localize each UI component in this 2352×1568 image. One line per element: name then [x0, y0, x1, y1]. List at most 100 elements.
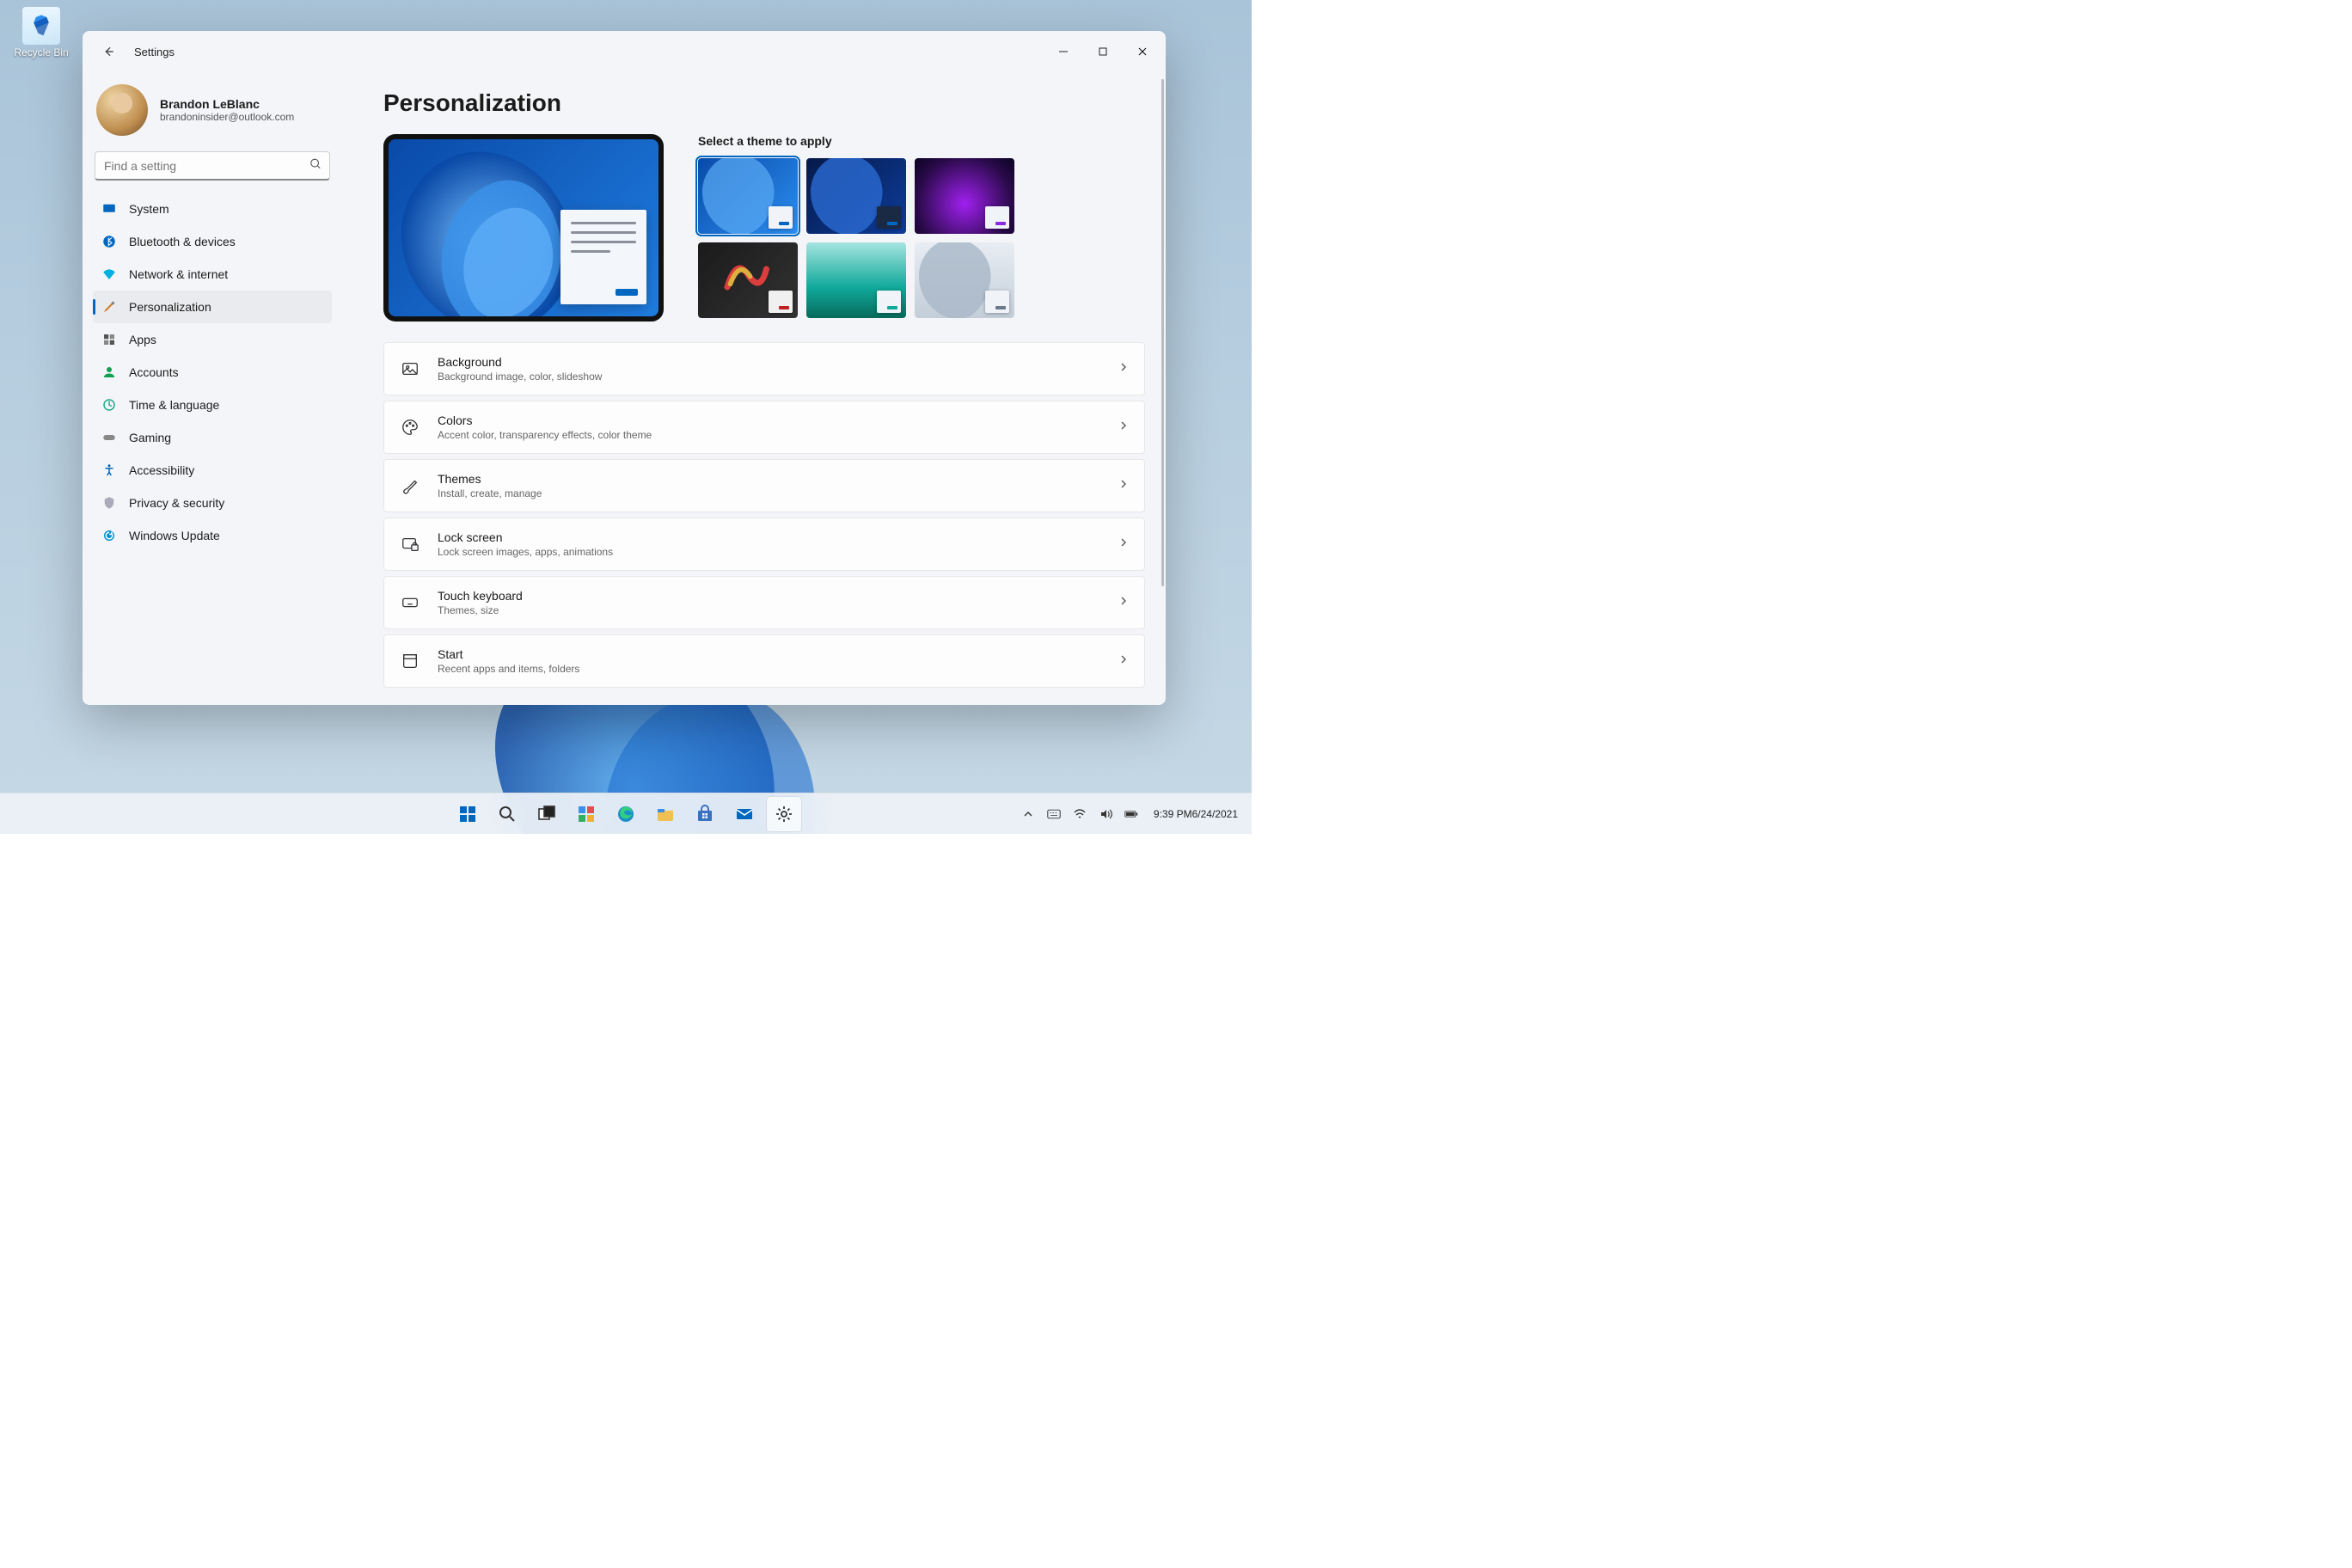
image-icon	[400, 358, 420, 379]
chevron-right-icon	[1118, 536, 1129, 552]
sidebar-item-bluetooth[interactable]: Bluetooth & devices	[93, 225, 332, 258]
system-icon	[101, 201, 117, 217]
theme-tile-5[interactable]	[806, 242, 906, 318]
back-button[interactable]	[95, 38, 122, 65]
card-lock-screen[interactable]: Lock screen Lock screen images, apps, an…	[383, 518, 1145, 571]
card-title: Lock screen	[438, 530, 1118, 544]
gamepad-icon	[101, 430, 117, 445]
chevron-right-icon	[1118, 420, 1129, 435]
taskbar-clock[interactable]: 9:39 PM 6/24/2021	[1145, 797, 1246, 831]
page-title: Personalization	[383, 89, 1145, 117]
start-icon	[400, 651, 420, 671]
content-area: Personalization	[342, 72, 1166, 705]
tray-input-indicator[interactable]	[1042, 797, 1066, 831]
accessibility-icon	[101, 462, 117, 478]
edge-button[interactable]	[609, 797, 643, 831]
card-title: Start	[438, 647, 1118, 661]
update-icon	[101, 528, 117, 543]
card-subtitle: Themes, size	[438, 604, 1118, 616]
minimize-button[interactable]	[1044, 38, 1083, 65]
theme-tile-4[interactable]	[698, 242, 798, 318]
card-subtitle: Install, create, manage	[438, 487, 1118, 499]
tray-overflow-button[interactable]	[1016, 797, 1040, 831]
sidebar-item-label: Network & internet	[129, 267, 228, 281]
tray-wifi-icon[interactable]	[1068, 797, 1092, 831]
sidebar-item-label: Bluetooth & devices	[129, 235, 236, 248]
brush-icon	[400, 475, 420, 496]
theme-tile-2[interactable]	[806, 158, 906, 234]
card-themes[interactable]: Themes Install, create, manage	[383, 459, 1145, 512]
paintbrush-icon	[101, 299, 117, 315]
start-button[interactable]	[450, 797, 485, 831]
sidebar-item-network[interactable]: Network & internet	[93, 258, 332, 291]
store-button[interactable]	[688, 797, 722, 831]
titlebar: Settings	[83, 31, 1166, 72]
search-box	[95, 151, 330, 181]
tray-battery-icon[interactable]	[1119, 797, 1143, 831]
card-subtitle: Lock screen images, apps, animations	[438, 546, 1118, 558]
maximize-button[interactable]	[1083, 38, 1123, 65]
taskbar: 9:39 PM 6/24/2021	[0, 793, 1252, 834]
card-subtitle: Recent apps and items, folders	[438, 663, 1118, 675]
sidebar-item-accounts[interactable]: Accounts	[93, 356, 332, 389]
widgets-button[interactable]	[569, 797, 603, 831]
sidebar-item-personalization[interactable]: Personalization	[93, 291, 332, 323]
settings-window: Settings Brandon LeBlanc brandoninsider@…	[83, 31, 1166, 705]
mail-button[interactable]	[727, 797, 762, 831]
sidebar-item-apps[interactable]: Apps	[93, 323, 332, 356]
task-view-button[interactable]	[530, 797, 564, 831]
taskbar-search-button[interactable]	[490, 797, 524, 831]
globe-clock-icon	[101, 397, 117, 413]
profile-block[interactable]: Brandon LeBlanc brandoninsider@outlook.c…	[93, 76, 332, 151]
sidebar-item-system[interactable]: System	[93, 193, 332, 225]
settings-taskbar-button[interactable]	[767, 797, 801, 831]
sidebar-item-accessibility[interactable]: Accessibility	[93, 454, 332, 487]
wifi-icon	[101, 266, 117, 282]
theme-tile-1[interactable]	[698, 158, 798, 234]
card-title: Touch keyboard	[438, 589, 1118, 603]
chevron-right-icon	[1118, 478, 1129, 493]
sidebar-item-label: System	[129, 202, 169, 216]
desktop-preview	[383, 134, 664, 322]
scrollbar[interactable]	[1159, 79, 1164, 698]
card-background[interactable]: Background Background image, color, slid…	[383, 342, 1145, 395]
sidebar-item-label: Accounts	[129, 365, 179, 379]
tray-volume-icon[interactable]	[1093, 797, 1118, 831]
preview-sample-window	[560, 210, 646, 304]
file-explorer-button[interactable]	[648, 797, 683, 831]
lock-screen-icon	[400, 534, 420, 554]
keyboard-icon	[400, 592, 420, 613]
sidebar-item-privacy[interactable]: Privacy & security	[93, 487, 332, 519]
recycle-bin-desktop-icon[interactable]: Recycle Bin	[9, 7, 74, 58]
avatar	[96, 84, 148, 136]
card-touch-keyboard[interactable]: Touch keyboard Themes, size	[383, 576, 1145, 629]
sidebar-item-label: Accessibility	[129, 463, 194, 477]
card-subtitle: Background image, color, slideshow	[438, 371, 1118, 383]
search-input[interactable]	[95, 151, 330, 181]
search-icon	[309, 158, 322, 175]
clock-date: 6/24/2021	[1192, 808, 1238, 820]
theme-tile-3[interactable]	[915, 158, 1014, 234]
clock-time: 9:39 PM	[1154, 808, 1192, 820]
sidebar-item-windows-update[interactable]: Windows Update	[93, 519, 332, 552]
sidebar-item-label: Personalization	[129, 300, 211, 314]
card-start[interactable]: Start Recent apps and items, folders	[383, 634, 1145, 688]
theme-grid	[698, 158, 1014, 318]
chevron-right-icon	[1118, 653, 1129, 669]
theme-heading: Select a theme to apply	[698, 134, 1014, 148]
card-title: Background	[438, 355, 1118, 369]
theme-tile-6[interactable]	[915, 242, 1014, 318]
sidebar-item-time-language[interactable]: Time & language	[93, 389, 332, 421]
card-colors[interactable]: Colors Accent color, transparency effect…	[383, 401, 1145, 454]
sidebar-item-label: Time & language	[129, 398, 219, 412]
sidebar-item-label: Windows Update	[129, 529, 220, 542]
sidebar-item-gaming[interactable]: Gaming	[93, 421, 332, 454]
close-button[interactable]	[1123, 38, 1162, 65]
person-icon	[101, 364, 117, 380]
chevron-right-icon	[1118, 595, 1129, 610]
chevron-right-icon	[1118, 361, 1129, 377]
sidebar-item-label: Apps	[129, 333, 156, 346]
palette-icon	[400, 417, 420, 438]
window-title: Settings	[134, 46, 175, 58]
card-subtitle: Accent color, transparency effects, colo…	[438, 429, 1118, 441]
